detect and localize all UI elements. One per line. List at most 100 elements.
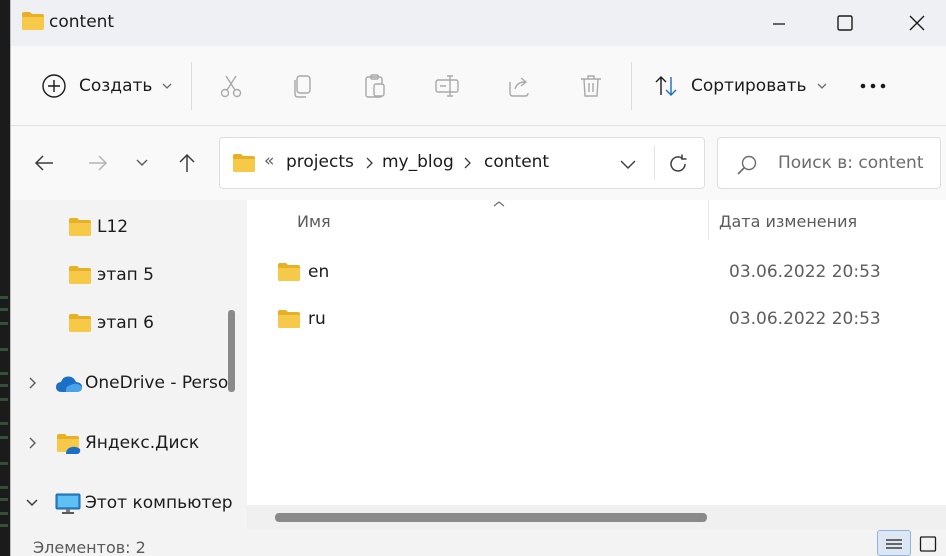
more-options-button[interactable] (859, 72, 887, 100)
plus-circle-icon (42, 74, 66, 98)
sidebar-item-etap-5[interactable]: этап 5 (11, 253, 221, 297)
maximize-icon (837, 15, 853, 31)
address-divider (654, 146, 655, 180)
sidebar-scrollbar[interactable] (228, 310, 235, 392)
sort-label: Сортировать (691, 76, 807, 96)
details-view-button[interactable] (877, 530, 911, 556)
column-header-name[interactable]: Имя (297, 212, 331, 231)
sidebar-item-label: L12 (97, 217, 129, 237)
horizontal-scrollbar[interactable] (275, 513, 707, 522)
recent-locations-button[interactable] (127, 148, 157, 178)
folder-icon (232, 153, 256, 177)
sort-button[interactable]: Сортировать (653, 46, 827, 126)
sidebar-item-yandex-disk[interactable]: Яндекс.Диск (11, 421, 221, 465)
background-terminal (0, 0, 10, 556)
file-explorer-window: content Создать Сортировать « projects m… (10, 0, 946, 556)
search-input[interactable]: Поиск в: content (778, 153, 924, 173)
chevron-down-icon[interactable] (25, 498, 39, 508)
share-icon (509, 77, 529, 97)
rename-button[interactable] (433, 72, 461, 100)
refresh-button[interactable] (664, 150, 692, 178)
delete-button[interactable] (577, 72, 605, 100)
folder-icon (21, 11, 45, 35)
breadcrumb-content[interactable]: content (484, 152, 549, 172)
file-row[interactable]: ru 03.06.2022 20:53 (271, 297, 931, 341)
minimize-button[interactable] (759, 6, 799, 40)
column-divider[interactable] (708, 200, 709, 240)
navigation-pane: L12 этап 5 этап 6 OneDrive - Perso Яндек… (11, 200, 246, 530)
title-bar: content (11, 0, 946, 46)
command-bar: Создать Сортировать (11, 46, 946, 126)
status-bar: Элементов: 2 (11, 530, 946, 556)
folder-icon (68, 313, 92, 337)
tiles-view-button[interactable] (911, 530, 945, 556)
folder-icon (68, 217, 92, 241)
details-view-icon (886, 539, 902, 549)
file-modified: 03.06.2022 20:53 (729, 262, 881, 282)
share-button[interactable] (505, 72, 533, 100)
sidebar-item-label: этап 6 (97, 313, 154, 333)
refresh-icon (670, 154, 687, 172)
file-list: Имя Дата изменения en 03.06.2022 20:53 r… (247, 200, 946, 530)
file-name: ru (308, 309, 326, 329)
sidebar-item-label: Этот компьютер (85, 493, 233, 513)
toolbar-separator (631, 62, 632, 110)
search-box[interactable]: Поиск в: content (717, 137, 941, 189)
onedrive-icon (55, 375, 83, 397)
trash-icon (581, 75, 601, 97)
more-icon (860, 83, 886, 89)
up-button[interactable] (172, 148, 202, 178)
scissors-icon (220, 75, 242, 98)
column-header-modified[interactable]: Дата изменения (719, 212, 857, 231)
maximize-button[interactable] (825, 6, 865, 40)
forward-button[interactable] (83, 148, 113, 178)
folder-icon (68, 265, 92, 289)
arrow-right-icon (89, 155, 108, 171)
chevron-right-icon[interactable] (27, 436, 37, 450)
file-modified: 03.06.2022 20:53 (729, 309, 881, 329)
paste-button[interactable] (361, 72, 389, 100)
sidebar-item-label: этап 5 (97, 265, 154, 285)
sidebar-item-label: Яндекс.Диск (85, 433, 200, 453)
create-label: Создать (79, 76, 153, 96)
computer-icon (55, 493, 81, 519)
back-button[interactable] (29, 148, 59, 178)
sidebar-item-this-pc[interactable]: Этот компьютер (11, 481, 233, 525)
address-bar[interactable]: « projects my_blog content (219, 137, 705, 189)
close-button[interactable] (897, 6, 937, 40)
breadcrumb-projects[interactable]: projects (286, 152, 354, 172)
sort-icon (655, 76, 677, 96)
copy-icon (294, 75, 311, 98)
window-title: content (49, 12, 115, 32)
chevron-right-icon[interactable] (364, 156, 374, 170)
toolbar-separator (191, 62, 192, 110)
create-button[interactable]: Создать (41, 46, 172, 126)
breadcrumb-overflow[interactable]: « (264, 151, 274, 171)
arrow-left-icon (34, 155, 53, 171)
folder-icon (277, 262, 301, 286)
sort-ascending-icon (493, 201, 505, 207)
arrow-up-icon (179, 153, 195, 172)
file-row[interactable]: en 03.06.2022 20:53 (271, 250, 931, 294)
navigation-row: « projects my_blog content Поиск в: cont… (11, 126, 946, 200)
chevron-down-icon (620, 160, 636, 169)
cut-button[interactable] (217, 72, 245, 100)
breadcrumb-my-blog[interactable]: my_blog (382, 152, 454, 172)
chevron-down-icon (136, 159, 148, 166)
search-icon (737, 155, 757, 175)
sidebar-item-onedrive[interactable]: OneDrive - Perso (11, 361, 228, 405)
yandex-disk-icon (56, 433, 82, 459)
copy-button[interactable] (289, 72, 317, 100)
address-history-button[interactable] (616, 152, 640, 176)
sidebar-item-l12[interactable]: L12 (11, 205, 221, 249)
minimize-icon (773, 23, 785, 25)
item-count: Элементов: 2 (33, 538, 146, 556)
chevron-right-icon[interactable] (462, 156, 472, 170)
folder-icon (277, 309, 301, 333)
chevron-down-icon (162, 83, 172, 89)
close-icon (909, 15, 925, 31)
sidebar-item-etap-6[interactable]: этап 6 (11, 301, 221, 345)
chevron-right-icon[interactable] (27, 376, 37, 390)
tiles-view-icon (919, 536, 937, 552)
sidebar-item-label: OneDrive - Perso (85, 373, 229, 393)
